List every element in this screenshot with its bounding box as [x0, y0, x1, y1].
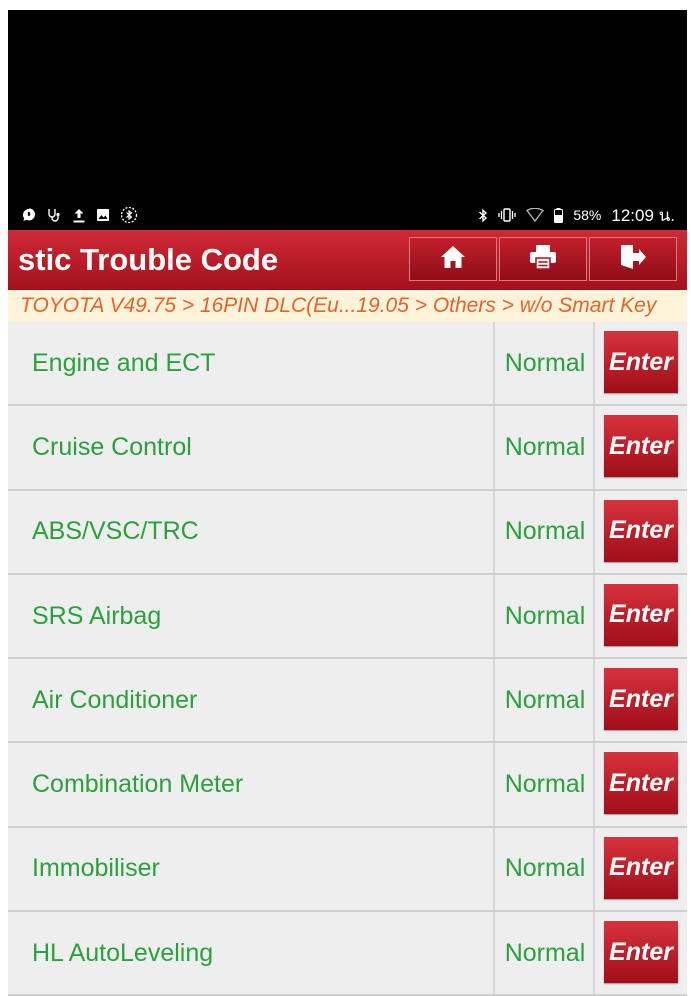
system-name: Air Conditioner	[8, 659, 495, 742]
system-status: Normal	[497, 322, 595, 405]
system-status: Normal	[497, 659, 595, 742]
enter-button[interactable]: Enter	[604, 583, 678, 646]
system-status: Normal	[497, 912, 595, 995]
screen-frame-left	[0, 0, 8, 985]
print-button[interactable]	[499, 237, 587, 281]
status-right-icons: 58% 12:09 น.	[478, 202, 675, 229]
system-name: HL AutoLeveling	[8, 912, 495, 995]
chat-bubble-icon	[22, 208, 36, 222]
wifi-icon	[526, 208, 545, 222]
printer-icon	[529, 244, 557, 275]
enter-button[interactable]: Enter	[604, 331, 678, 393]
system-name: Immobiliser	[8, 827, 495, 911]
list-item: Immobiliser Normal Enter	[8, 827, 687, 913]
status-left-icons	[22, 206, 138, 224]
vibrate-icon	[498, 208, 517, 222]
clock: 12:09 น.	[611, 205, 675, 225]
enter-button[interactable]: Enter	[604, 415, 678, 478]
battery-icon	[554, 207, 564, 223]
system-status: Normal	[497, 743, 595, 826]
breadcrumb: TOYOTA V49.75 > 16PIN DLC(Eu...19.05 > O…	[8, 290, 687, 322]
system-status: Normal	[497, 490, 595, 573]
list-item: Engine and ECT Normal Enter	[8, 322, 687, 407]
bluetooth-icon	[478, 208, 488, 223]
system-status: Normal	[497, 406, 595, 489]
list-item: Cruise Control Normal Enter	[8, 406, 687, 491]
list-item: HL AutoLeveling Normal Enter	[8, 912, 687, 996]
enter-button[interactable]: Enter	[604, 836, 678, 899]
upload-icon	[72, 208, 86, 223]
home-button[interactable]	[409, 237, 497, 281]
exit-icon	[619, 244, 647, 275]
page-title: stic Trouble Code	[18, 242, 279, 277]
stethoscope-icon	[46, 208, 62, 222]
enter-button[interactable]: Enter	[604, 499, 678, 562]
system-name: Cruise Control	[8, 406, 495, 489]
system-name: Engine and ECT	[8, 322, 495, 405]
enter-button[interactable]: Enter	[604, 752, 678, 815]
system-status: Normal	[497, 827, 595, 911]
title-bar: stic Trouble Code	[8, 230, 687, 290]
system-name: Combination Meter	[8, 743, 495, 826]
list-item: ABS/VSC/TRC Normal Enter	[8, 490, 687, 575]
top-black-area	[8, 10, 687, 200]
list-item: SRS Airbag Normal Enter	[8, 574, 687, 660]
list-item: Combination Meter Normal Enter	[8, 743, 687, 828]
system-name: ABS/VSC/TRC	[8, 490, 495, 573]
battery-percent: 58%	[573, 207, 602, 223]
system-status: Normal	[497, 574, 595, 658]
exit-button[interactable]	[589, 237, 677, 281]
system-name: SRS Airbag	[8, 574, 495, 658]
home-icon	[440, 245, 466, 274]
list-item: Air Conditioner Normal Enter	[8, 659, 687, 744]
system-list: Engine and ECT Normal Enter Cruise Control N…	[8, 322, 687, 996]
image-icon	[96, 208, 110, 222]
enter-button[interactable]: Enter	[604, 921, 678, 984]
enter-button[interactable]: Enter	[604, 668, 678, 731]
status-bar: 58% 12:09 น.	[8, 200, 687, 230]
bluetooth-circle-icon	[120, 206, 138, 224]
